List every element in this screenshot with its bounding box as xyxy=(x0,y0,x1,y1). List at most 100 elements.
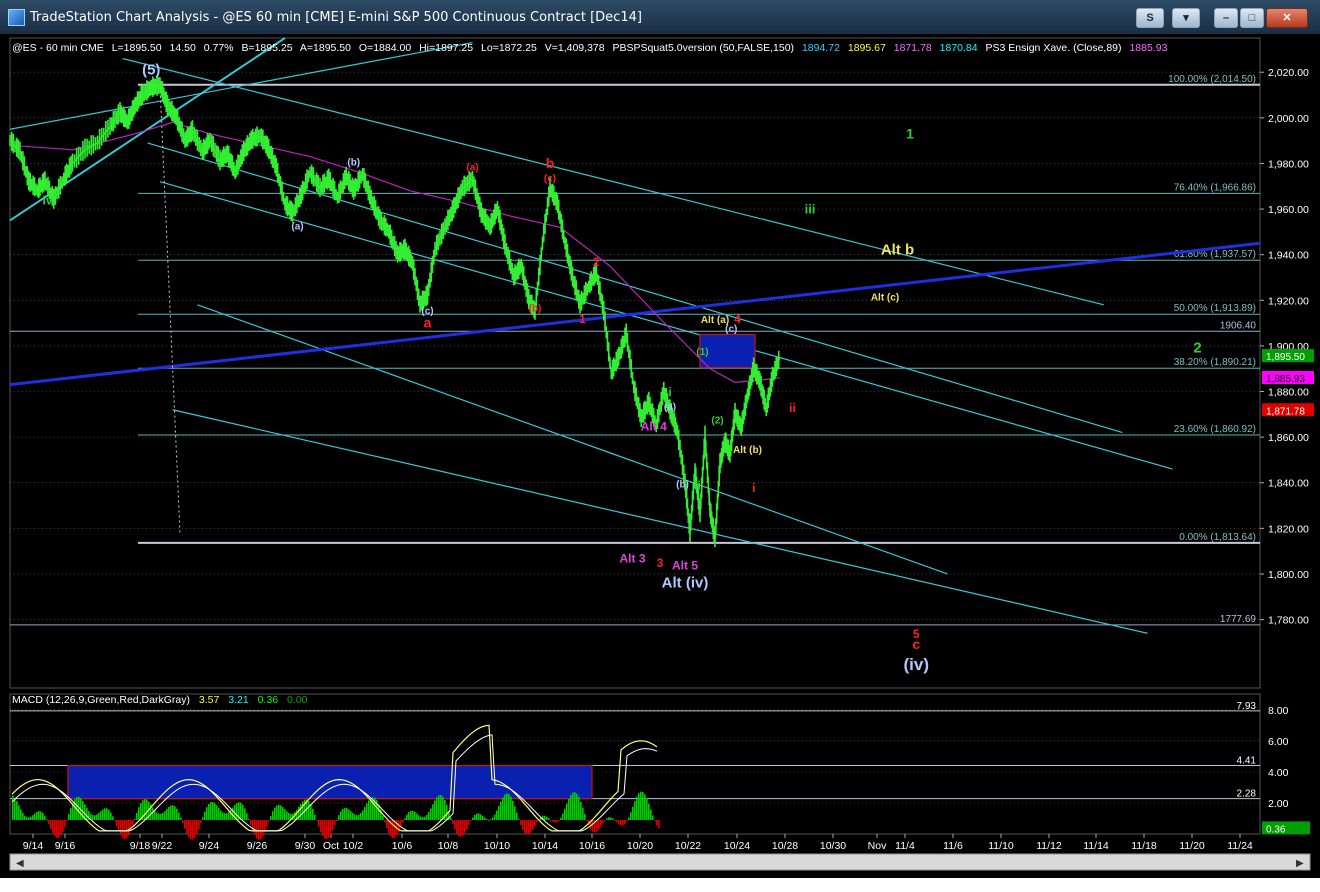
chart-area[interactable]: 100.00% (2,014.50)76.40% (1,966.86)61.80… xyxy=(0,34,1320,878)
macd-hist-bar xyxy=(366,803,368,821)
macd-hist-bar xyxy=(280,805,282,821)
wave-label: Alt 3 xyxy=(619,552,645,566)
wave-label: iii xyxy=(805,202,816,217)
macd-hist-bar xyxy=(492,817,494,821)
macd-hist-bar xyxy=(332,820,334,831)
macd-hist-bar xyxy=(638,793,640,821)
macd-hist-bar xyxy=(246,813,248,821)
macd-level-label: 2.28 xyxy=(1237,789,1257,800)
s-button[interactable]: S xyxy=(1136,8,1164,28)
macd-hist-bar xyxy=(490,819,492,821)
macd-hist-bar xyxy=(102,809,104,821)
macd-hist-bar xyxy=(348,809,350,821)
macd-v2: 3.21 xyxy=(228,694,249,706)
minimize-button[interactable]: – xyxy=(1214,8,1238,28)
scroll-left-icon[interactable]: ◀ xyxy=(16,858,24,869)
wave-label: Alt 4 xyxy=(641,419,667,433)
macd-hist-bar xyxy=(326,820,328,840)
header-high: Hi=1897.25 xyxy=(419,42,473,54)
macd-hist-bar xyxy=(200,820,202,824)
macd-hist-bar xyxy=(478,813,480,821)
header-ind1-v1: 1894.72 xyxy=(802,42,840,54)
macd-hist-bar xyxy=(656,820,658,826)
macd-hist-bar xyxy=(176,808,178,821)
x-tick-label: 11/10 xyxy=(988,840,1014,852)
macd-hist-bar xyxy=(208,803,210,821)
macd-hist-bar xyxy=(616,820,618,823)
macd-hist-bar xyxy=(524,820,526,834)
y-tick-label: 1,940.00 xyxy=(1268,250,1309,262)
wave-label: Alt 5 xyxy=(672,558,698,572)
y-tick-label: 1,860.00 xyxy=(1268,432,1309,444)
macd-hist-bar xyxy=(274,807,276,821)
macd-hist-bar xyxy=(468,820,470,826)
x-tick-label: 11/12 xyxy=(1036,840,1062,852)
header-open: O=1884.00 xyxy=(359,42,411,54)
macd-hist-bar xyxy=(414,811,416,821)
header-vol: V=1,409,378 xyxy=(545,42,605,54)
macd-hist-bar xyxy=(406,814,408,821)
macd-hist-bar xyxy=(352,813,354,821)
horizontal-scrollbar[interactable] xyxy=(9,853,1311,871)
wave-label: ii xyxy=(789,401,796,415)
wave-label: Alt (b) xyxy=(733,445,762,456)
wave-label: 2 xyxy=(593,255,600,269)
wave-label: (b) xyxy=(347,158,360,169)
macd-hist-bar xyxy=(86,807,88,821)
macd-hist-bar xyxy=(16,801,18,821)
macd-hist-bar xyxy=(32,815,34,821)
macd-hist-bar xyxy=(558,820,560,822)
macd-hist-bar xyxy=(462,820,464,836)
macd-hist-bar xyxy=(500,801,502,821)
x-tick-label: 10/22 xyxy=(675,840,701,852)
macd-hist-bar xyxy=(50,820,52,829)
macd-hist-bar xyxy=(622,820,624,826)
macd-hist-badge-label: 0.36 xyxy=(1266,824,1286,835)
macd-header: MACD (12,26,9,Green,Red,DarkGray) 3.57 3… xyxy=(12,694,308,706)
x-tick-label: 11/18 xyxy=(1131,840,1157,852)
macd-hist-bar xyxy=(382,815,384,821)
macd-hist-bar xyxy=(120,820,122,836)
macd-hist-bar xyxy=(600,820,602,827)
y-tick-label: 1,800.00 xyxy=(1268,569,1309,581)
macd-hist-bar xyxy=(48,820,50,825)
macd-hist-bar xyxy=(646,798,648,821)
close-button[interactable]: ✕ xyxy=(1266,8,1308,28)
macd-hist-bar xyxy=(272,811,274,821)
macd-hist-bar xyxy=(214,803,216,821)
macd-hist-bar xyxy=(456,820,458,834)
macd-hist-bar xyxy=(40,811,42,821)
y-tick-label: 1,780.00 xyxy=(1268,615,1309,627)
macd-hist-bar xyxy=(474,814,476,821)
macd-hist-bar xyxy=(368,800,370,821)
y-tick-label: 2,020.00 xyxy=(1268,67,1309,79)
wave-label: (a) xyxy=(466,162,478,173)
header-pct: 0.77% xyxy=(204,42,234,54)
macd-hist-bar xyxy=(38,811,40,821)
macd-v3: 0.36 xyxy=(258,694,279,706)
macd-hist-bar xyxy=(172,805,174,821)
macd-hist-bar xyxy=(550,820,552,822)
wave-label: ii xyxy=(694,479,701,493)
macd-hist-bar xyxy=(402,820,404,823)
macd-hist-bar xyxy=(658,820,660,829)
macd-hist-bar xyxy=(20,809,22,821)
macd-tick-label: 8.00 xyxy=(1268,705,1289,717)
macd-hist-bar xyxy=(578,796,580,821)
macd-hist-bar xyxy=(100,811,102,821)
wave-label: 3 xyxy=(657,556,664,570)
macd-hist-bar xyxy=(354,814,356,821)
scroll-right-icon[interactable]: ▶ xyxy=(1296,858,1304,869)
macd-hist-bar xyxy=(44,815,46,821)
macd-hist-bar xyxy=(244,808,246,821)
macd-hist-bar xyxy=(498,806,500,821)
macd-hist-bar xyxy=(124,820,126,840)
macd-hist-bar xyxy=(488,819,490,821)
header-bid: B=1895.25 xyxy=(241,42,292,54)
macd-hist-bar xyxy=(154,810,156,821)
menu-button[interactable]: ▾ xyxy=(1172,8,1200,28)
macd-hist-bar xyxy=(604,820,606,822)
macd-hist-bar xyxy=(284,809,286,821)
maximize-button[interactable]: □ xyxy=(1240,8,1264,28)
macd-hist-bar xyxy=(146,799,148,821)
